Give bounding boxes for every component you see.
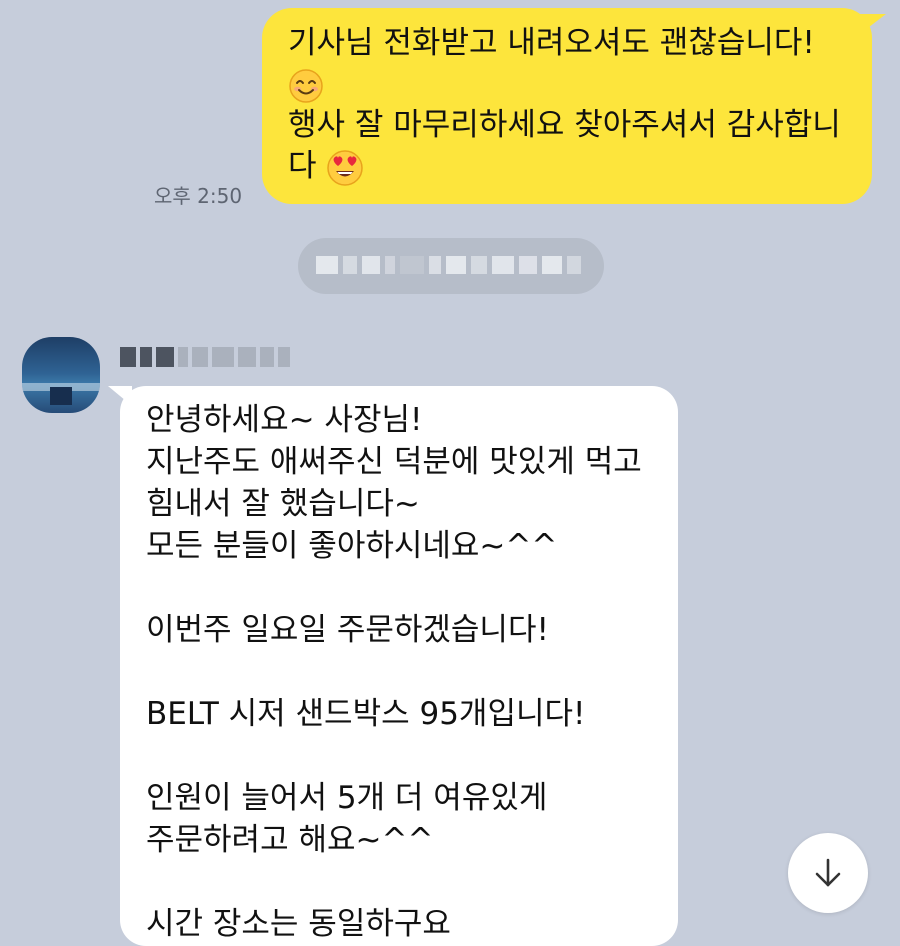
outgoing-message-bubble[interactable]: 기사님 전화받고 내려오셔도 괜찮습니다! 행사 잘 마무리하세요 찾아주셔서 … (262, 8, 886, 204)
chat-room: 기사님 전화받고 내려오셔도 괜찮습니다! 행사 잘 마무리하세요 찾아주셔서 … (0, 0, 900, 946)
sender-name-blurred (120, 342, 290, 372)
message-line: 이번주 일요일 주문하겠습니다! (146, 612, 549, 648)
message-line: 행사 잘 마무리하세요 찾아주셔서 감사합니 (288, 107, 841, 143)
message-line (146, 567, 678, 609)
message-line: 지난주도 애써주신 덕분에 맛있게 먹고 (146, 444, 642, 480)
message-line-emoji: 다 (288, 146, 848, 187)
message-line-emoji (288, 64, 848, 105)
message-line: 힘내서 잘 했습니다~ (146, 486, 420, 522)
blurred-text (316, 256, 581, 274)
message-line (146, 651, 678, 693)
arrow-down-icon (815, 858, 841, 887)
message-line: 인원이 늘어서 5개 더 여유있게 (146, 780, 548, 816)
sender-avatar[interactable] (22, 337, 100, 413)
message-line: 기사님 전화받고 내려오셔도 괜찮습니다! (288, 25, 815, 61)
message-line (146, 735, 678, 777)
message-line: 모든 분들이 좋아하시네요~^^ (146, 528, 558, 564)
message-line-text: 다 (288, 148, 317, 184)
message-line: 주문하려고 해요~^^ (146, 822, 434, 858)
avatar-shape (50, 387, 72, 405)
message-timestamp: 오후 2:50 (154, 184, 243, 208)
message-line (146, 861, 678, 903)
message-line: 시간 장소는 동일하구요 (146, 906, 451, 942)
message-line: BELT 시저 샌드박스 95개입니다! (146, 696, 586, 732)
date-divider-blurred (298, 238, 604, 294)
heart-eyes-icon (327, 149, 364, 186)
smiling-face-icon (289, 68, 323, 103)
message-line: 안녕하세요~ 사장님! (146, 402, 423, 438)
incoming-message-bubble[interactable]: 안녕하세요~ 사장님! 지난주도 애써주신 덕분에 맛있게 먹고 힘내서 잘 했… (108, 386, 678, 946)
scroll-to-bottom-button[interactable] (788, 833, 868, 913)
